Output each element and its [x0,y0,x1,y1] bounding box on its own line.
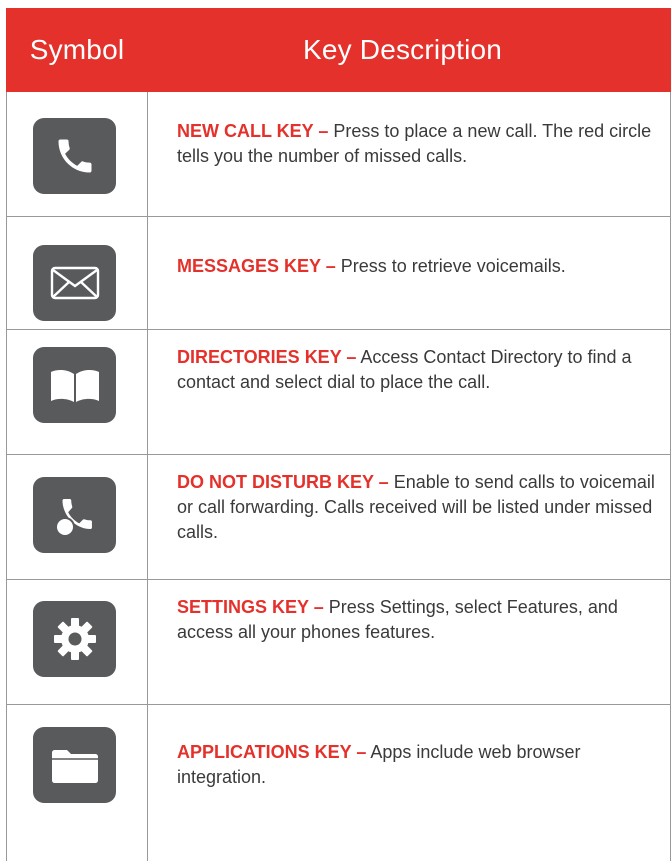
messages-key-name: MESSAGES KEY – [177,256,336,276]
phone-handset-icon [58,139,91,173]
table-row-new-call: NEW CALL KEY – Press to place a new call… [6,92,671,217]
gear-icon [53,618,96,660]
folder-icon [51,750,98,783]
settings-key-description: SETTINGS KEY – Press Settings, select Fe… [177,595,657,645]
header-symbol: Symbol [29,34,125,65]
applications-key-description: APPLICATIONS KEY – Apps include web brow… [177,740,657,790]
do-not-disturb-key-description: DO NOT DISTURB KEY – Enable to send call… [177,470,657,545]
table-row-settings: SETTINGS KEY – Press Settings, select Fe… [6,580,671,705]
settings-key-name: SETTINGS KEY – [177,597,324,617]
settings-key-symbol [33,601,116,677]
new-call-key-name: NEW CALL KEY – [177,121,329,141]
new-call-key-symbol [33,118,116,194]
new-call-key-description: NEW CALL KEY – Press to place a new call… [177,119,657,169]
applications-key-name: APPLICATIONS KEY – [177,742,367,762]
messages-key-symbol [33,245,116,321]
table-row-applications: APPLICATIONS KEY – Apps include web brow… [6,705,671,861]
open-book-icon [50,369,99,402]
messages-key-description: MESSAGES KEY – Press to retrieve voicema… [177,254,657,279]
directories-key-name: DIRECTORIES KEY – [177,347,357,367]
directories-key-symbol [33,347,116,423]
table-row-messages: MESSAGES KEY – Press to retrieve voicema… [6,217,671,330]
directories-key-description: DIRECTORIES KEY – Access Contact Directo… [177,345,657,395]
envelope-icon [50,266,99,300]
header-key-description: Key Description [302,34,503,65]
table-header: Symbol Key Description [6,8,671,92]
do-not-disturb-key-name: DO NOT DISTURB KEY – [177,472,389,492]
table-row-do-not-disturb: DO NOT DISTURB KEY – Enable to send call… [6,455,671,580]
do-not-disturb-phone-icon [54,499,92,537]
applications-key-symbol [33,727,116,803]
table-row-directories: DIRECTORIES KEY – Access Contact Directo… [6,330,671,455]
do-not-disturb-key-symbol [33,477,116,553]
messages-key-text: Press to retrieve voicemails. [335,256,566,276]
key-table: Symbol Key Description NEW CALL KEY – Pr… [0,0,671,861]
